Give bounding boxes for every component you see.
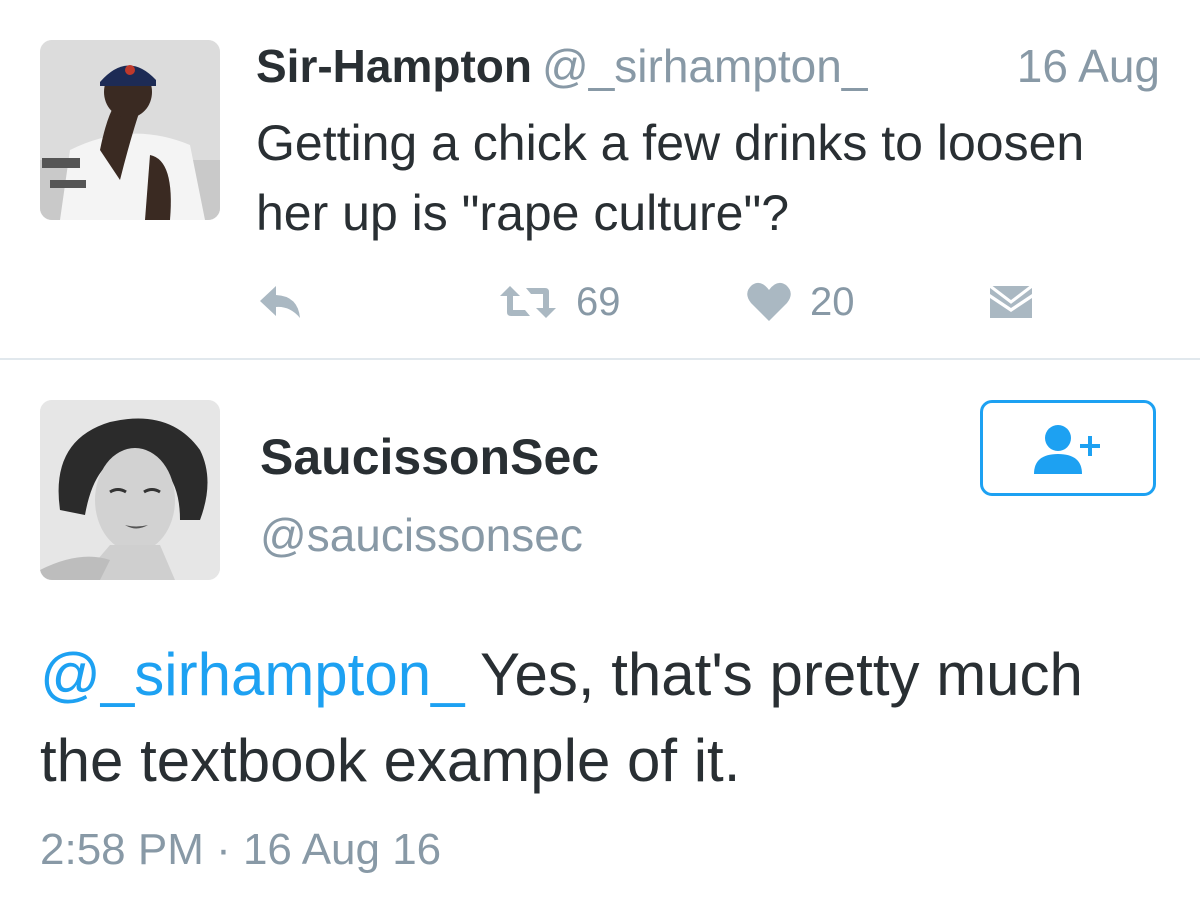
like-button[interactable]: 20 xyxy=(746,272,855,332)
user-photo-avatar-icon xyxy=(40,400,220,580)
mention-link[interactable]: @_sirhampton_ xyxy=(40,641,464,708)
tweet-text: @_sirhampton_ Yes, that's pretty much th… xyxy=(40,632,1170,804)
tweet-divider xyxy=(0,358,1200,360)
like-count: 20 xyxy=(810,279,855,324)
display-name[interactable]: SaucissonSec xyxy=(260,426,599,488)
avatar[interactable] xyxy=(40,400,220,580)
user-photo-avatar-icon xyxy=(40,40,220,220)
retweet-icon xyxy=(500,286,556,318)
add-user-icon xyxy=(1034,425,1100,474)
follow-button[interactable] xyxy=(980,400,1156,496)
user-handle[interactable]: @_sirhampton_ xyxy=(542,40,867,92)
retweet-button[interactable]: 69 xyxy=(498,272,621,332)
heart-icon xyxy=(747,282,791,321)
envelope-icon xyxy=(989,284,1033,318)
display-name[interactable]: Sir-Hampton xyxy=(256,40,532,92)
tweet-actions: 69 20 xyxy=(0,272,1200,332)
tweet-sir-hampton: Sir-Hampton @_sirhampton_ 16 Aug Getting … xyxy=(0,0,1200,358)
tweet-date[interactable]: 16 Aug xyxy=(1017,38,1160,94)
tweet-text: Getting a chick a few drinks to loosen h… xyxy=(256,115,1085,241)
direct-message-button[interactable] xyxy=(986,272,1036,332)
reply-button[interactable] xyxy=(256,272,304,332)
avatar[interactable] xyxy=(40,40,220,220)
tweet-header: Sir-Hampton @_sirhampton_ xyxy=(256,38,867,94)
retweet-count: 69 xyxy=(576,279,621,324)
user-handle[interactable]: @saucissonsec xyxy=(260,506,583,564)
reply-icon xyxy=(260,286,300,318)
tweet-timestamp[interactable]: 2:58 PM · 16 Aug 16 xyxy=(40,822,441,878)
